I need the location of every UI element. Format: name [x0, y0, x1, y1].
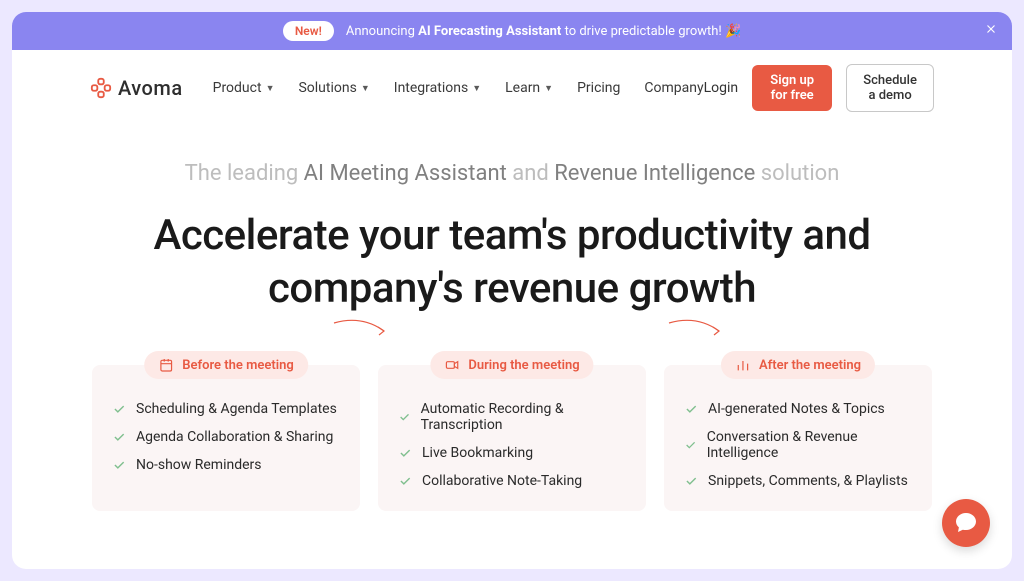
feature-list: Automatic Recording & Transcription Live… [398, 401, 626, 489]
list-item: AI-generated Notes & Topics [684, 401, 912, 417]
check-icon [684, 474, 698, 488]
signup-button[interactable]: Sign up for free [752, 65, 832, 111]
check-icon [112, 402, 126, 416]
page-container: New! Announcing AI Forecasting Assistant… [12, 12, 1012, 569]
feature-card-during: During the meeting Automatic Recording &… [378, 365, 646, 511]
chevron-down-icon: ▼ [472, 83, 481, 94]
nav-item-integrations[interactable]: Integrations▼ [394, 80, 481, 96]
chevron-down-icon: ▼ [361, 83, 370, 94]
bar-chart-icon [735, 357, 751, 373]
calendar-icon [158, 357, 174, 373]
list-item: Conversation & Revenue Intelligence [684, 429, 912, 461]
logo-text: Avoma [118, 76, 183, 100]
main-nav: Product▼ Solutions▼ Integrations▼ Learn▼… [213, 80, 704, 96]
chevron-down-icon: ▼ [544, 83, 553, 94]
announcement-bar[interactable]: New! Announcing AI Forecasting Assistant… [12, 12, 1012, 50]
nav-item-pricing[interactable]: Pricing [577, 80, 620, 96]
nav-item-company[interactable]: Company [644, 80, 703, 96]
hero-section: The leading AI Meeting Assistant and Rev… [12, 127, 1012, 335]
check-icon [684, 402, 698, 416]
card-header: During the meeting [430, 351, 593, 379]
check-icon [112, 458, 126, 472]
list-item: Agenda Collaboration & Sharing [112, 429, 340, 445]
chat-icon [954, 511, 978, 535]
hero-subheading: The leading AI Meeting Assistant and Rev… [92, 161, 932, 186]
card-header: After the meeting [721, 351, 875, 379]
feature-list: Scheduling & Agenda Templates Agenda Col… [112, 401, 340, 473]
site-header: Avoma Product▼ Solutions▼ Integrations▼ … [12, 50, 1012, 127]
nav-item-solutions[interactable]: Solutions▼ [298, 80, 369, 96]
card-header: Before the meeting [144, 351, 308, 379]
feature-card-before: Before the meeting Scheduling & Agenda T… [92, 365, 360, 511]
schedule-demo-button[interactable]: Schedule a demo [846, 64, 934, 112]
check-icon [398, 410, 411, 424]
list-item: Scheduling & Agenda Templates [112, 401, 340, 417]
logo[interactable]: Avoma [90, 76, 183, 100]
logo-icon [90, 77, 112, 99]
list-item: Collaborative Note-Taking [398, 473, 626, 489]
check-icon [112, 430, 126, 444]
nav-item-learn[interactable]: Learn▼ [505, 80, 553, 96]
announcement-text: Announcing AI Forecasting Assistant to d… [346, 24, 741, 39]
feature-card-after: After the meeting AI-generated Notes & T… [664, 365, 932, 511]
chevron-down-icon: ▼ [266, 83, 275, 94]
list-item: Live Bookmarking [398, 445, 626, 461]
feature-list: AI-generated Notes & Topics Conversation… [684, 401, 912, 489]
chat-widget-button[interactable] [942, 499, 990, 547]
check-icon [398, 474, 412, 488]
list-item: No-show Reminders [112, 457, 340, 473]
list-item: Automatic Recording & Transcription [398, 401, 626, 433]
login-link[interactable]: Login [704, 80, 739, 96]
header-actions: Login Sign up for free Schedule a demo [704, 64, 934, 112]
video-icon [444, 357, 460, 373]
hero-heading: Accelerate your team's productivity and … [92, 210, 932, 315]
check-icon [398, 446, 412, 460]
announcement-badge: New! [283, 21, 334, 41]
nav-item-product[interactable]: Product▼ [213, 80, 275, 96]
list-item: Snippets, Comments, & Playlists [684, 473, 912, 489]
check-icon [684, 438, 697, 452]
close-icon[interactable] [984, 22, 998, 40]
features-row: Before the meeting Scheduling & Agenda T… [12, 335, 1012, 511]
